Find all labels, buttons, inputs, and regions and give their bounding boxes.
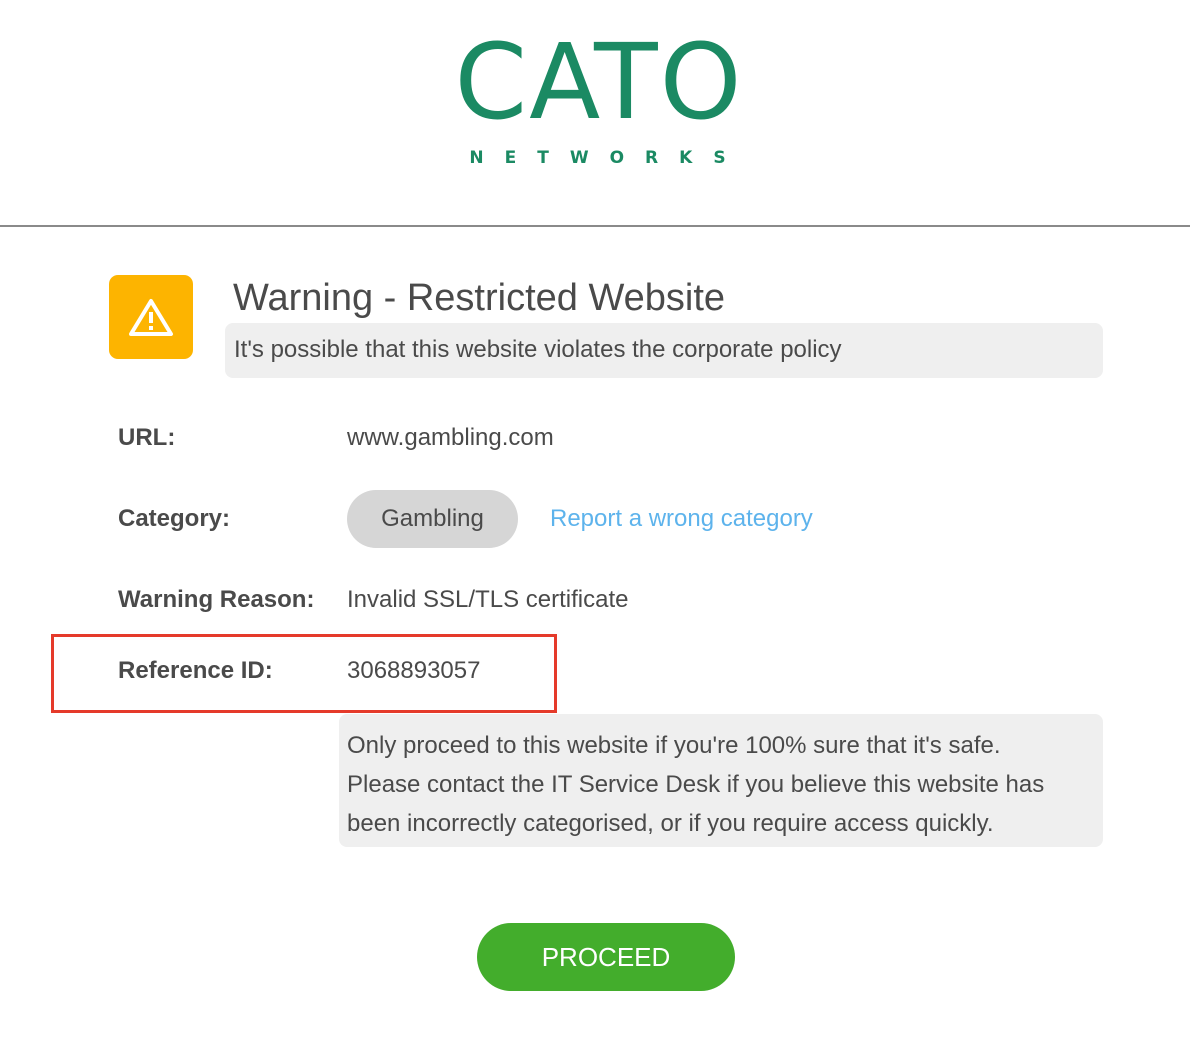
page-title: Warning - Restricted Website [233,277,726,319]
proceed-notice: Only proceed to this website if you're 1… [339,714,1103,847]
warning-triangle-icon [109,275,193,359]
url-value: www.gambling.com [347,424,554,451]
policy-warning-message: It's possible that this website violates… [225,323,1103,378]
block-page: CATO NETWORKS Warning - Restricted Websi… [0,0,1190,1040]
category-badge: Gambling [347,490,518,548]
cato-networks-logo: CATO NETWORKS [0,30,1190,168]
reference-id-label: Reference ID: [118,657,273,684]
proceed-button[interactable]: PROCEED [477,923,735,991]
report-wrong-category-link[interactable]: Report a wrong category [550,504,813,534]
logo-wordmark: CATO [454,21,744,143]
notice-line: Please contact the IT Service Desk if yo… [347,771,1045,798]
warning-reason-label: Warning Reason: [118,586,315,613]
url-label: URL: [118,424,176,451]
reference-id-value: 3068893057 [347,657,481,684]
logo-subtext: NETWORKS [469,148,747,168]
warning-reason-value: Invalid SSL/TLS certificate [347,586,629,613]
category-label: Category: [118,505,231,532]
notice-line: Only proceed to this website if you're 1… [347,732,1001,759]
header-divider [0,225,1190,227]
notice-line: been incorrectly categorised, or if you … [347,810,994,837]
